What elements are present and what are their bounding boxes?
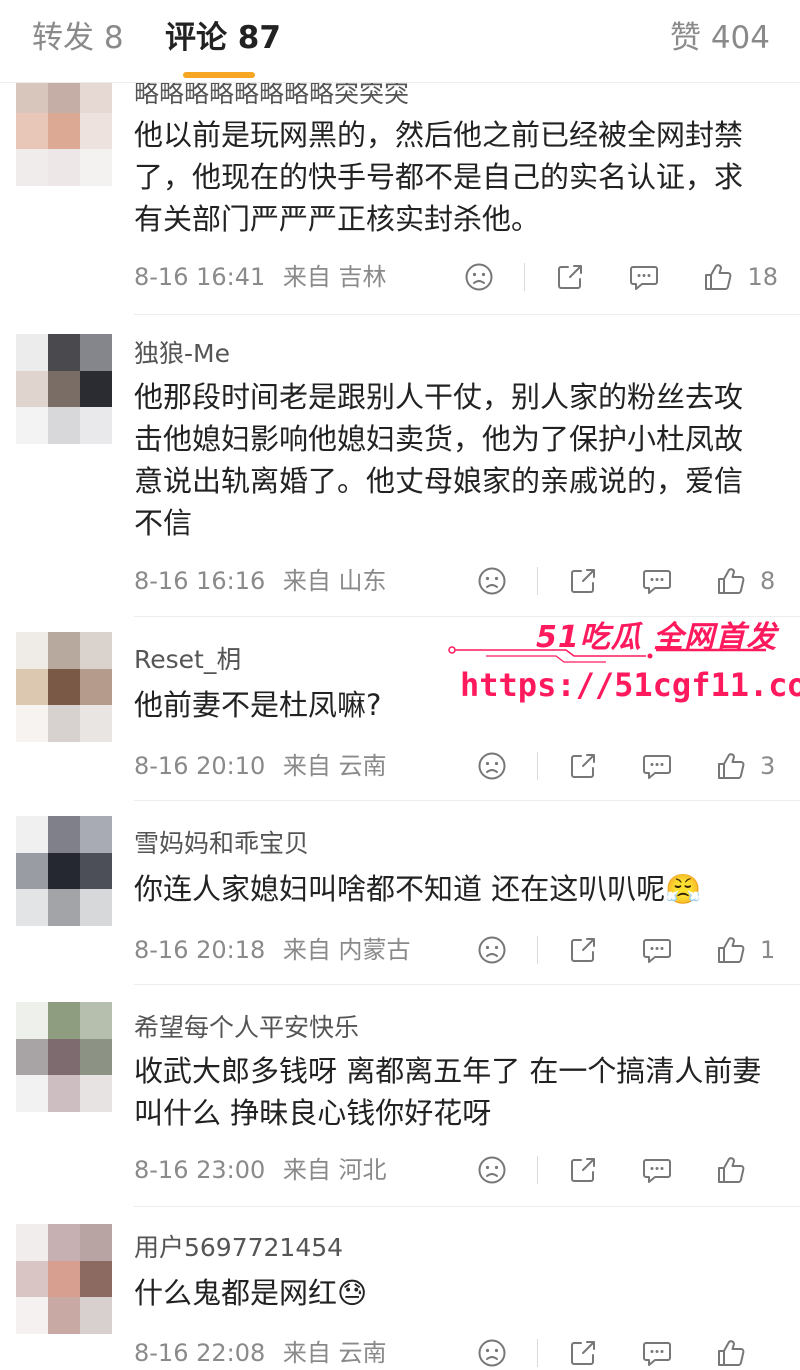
comment-meta: 8-16 16:41 来自 吉林 [134, 262, 387, 292]
dislike-face-icon[interactable] [475, 933, 509, 967]
comment-time: 8-16 20:10 [134, 752, 266, 780]
comment-text: 你连人家媳妇叫啥都不知道 还在这叭叭呢😤 [134, 868, 764, 910]
thumbs-up-icon[interactable] [714, 1336, 748, 1370]
comment-icon[interactable] [640, 1153, 674, 1187]
avatar[interactable] [16, 632, 112, 742]
tab-likes[interactable]: 赞 404 [670, 18, 770, 58]
comment-divider [134, 800, 800, 801]
comment-location: 来自 内蒙古 [282, 936, 411, 964]
comment-username[interactable]: Reset_枂 [134, 644, 241, 676]
avatar[interactable] [16, 1002, 112, 1112]
share-icon[interactable] [553, 260, 587, 294]
comment-time: 8-16 22:08 [134, 1339, 266, 1367]
comment-location: 来自 吉林 [282, 263, 387, 291]
comment-icon[interactable] [640, 933, 674, 967]
avatar[interactable] [16, 334, 112, 444]
tab-repost[interactable]: 转发 8 [32, 18, 124, 58]
share-icon[interactable] [566, 933, 600, 967]
like-count: 8 [760, 567, 776, 595]
dislike-face-icon[interactable] [462, 260, 496, 294]
comment-actions: 8 [475, 564, 778, 598]
avatar[interactable] [16, 76, 112, 186]
emoji-icon: 😓 [337, 1276, 368, 1310]
comment-time: 8-16 16:41 [134, 263, 266, 291]
comment-text: 他那段时间老是跟别人干仗，别人家的粉丝去攻击他媳妇影响他媳妇卖货，他为了保护小杜… [134, 380, 744, 540]
comment-actions: 1 [475, 933, 778, 967]
comment-text: 收武大郎多钱呀 离都离五年了 在一个搞清人前妻叫什么 挣昧良心钱你好花呀 [134, 1054, 762, 1130]
share-icon[interactable] [566, 1336, 600, 1370]
avatar[interactable] [16, 816, 112, 926]
like-count: 3 [760, 752, 776, 780]
action-divider [524, 263, 526, 291]
action-divider [537, 567, 538, 595]
comment-username[interactable]: 用户5697721454 [134, 1232, 343, 1264]
comment-username[interactable]: 雪妈妈和乖宝贝 [134, 828, 309, 860]
comment-divider [134, 314, 800, 315]
comment-time: 8-16 16:16 [134, 567, 266, 595]
share-icon[interactable] [566, 564, 600, 598]
share-icon[interactable] [566, 749, 600, 783]
comment-username[interactable]: 希望每个人平安快乐 [134, 1012, 359, 1044]
comment-actions [475, 1153, 778, 1187]
comment-divider [134, 1206, 800, 1207]
comment-location: 来自 云南 [282, 752, 387, 780]
comment-actions [475, 1336, 778, 1370]
thumbs-up-icon[interactable] [714, 749, 748, 783]
comment-meta: 8-16 16:16 来自 山东 [134, 566, 387, 596]
comment-text: 他以前是玩网黑的，然后他之前已经被全网封禁了，他现在的快手号都不是自己的实名认证… [134, 118, 744, 236]
tab-bar: 转发 8 评论 87 赞 404 [0, 0, 800, 83]
avatar[interactable] [16, 1224, 112, 1334]
thumbs-up-icon[interactable] [714, 564, 748, 598]
thumbs-up-icon[interactable] [714, 933, 748, 967]
comment-icon[interactable] [640, 564, 674, 598]
comment-username[interactable]: 独狼-Me [134, 338, 230, 370]
comment-text: 什么鬼都是网红😓 [134, 1272, 764, 1314]
comment-actions: 18 [462, 260, 778, 294]
comment-actions: 3 [475, 749, 778, 783]
comment-meta: 8-16 23:00 来自 河北 [134, 1155, 387, 1185]
comment-time: 8-16 23:00 [134, 1156, 266, 1184]
comment-icon[interactable] [640, 749, 674, 783]
dislike-face-icon[interactable] [475, 1336, 509, 1370]
comment-meta: 8-16 20:18 来自 内蒙古 [134, 935, 411, 965]
watermark-url: https://51cgf11.com [460, 666, 800, 704]
dislike-face-icon[interactable] [475, 749, 509, 783]
thumbs-up-icon[interactable] [714, 1153, 748, 1187]
comment-text-body: 什么鬼都是网红 [134, 1276, 338, 1310]
dislike-face-icon[interactable] [475, 564, 509, 598]
action-divider [537, 1339, 538, 1367]
like-count: 1 [760, 936, 776, 964]
tab-comments[interactable]: 评论 87 [165, 18, 281, 58]
action-divider [537, 752, 538, 780]
comment-text-body: 你连人家媳妇叫啥都不知道 还在这叭叭呢 [134, 872, 666, 906]
comment-time: 8-16 20:18 [134, 936, 266, 964]
action-divider [537, 936, 538, 964]
emoji-icon: 😤 [665, 872, 702, 906]
comment-location: 来自 云南 [282, 1339, 387, 1367]
action-divider [537, 1156, 538, 1184]
comment-location: 来自 山东 [282, 567, 387, 595]
share-icon[interactable] [566, 1153, 600, 1187]
comment-divider [134, 984, 800, 985]
dislike-face-icon[interactable] [475, 1153, 509, 1187]
comment-meta: 8-16 22:08 来自 云南 [134, 1338, 387, 1368]
like-count: 18 [747, 263, 778, 291]
watermark-circuit-lines [448, 646, 766, 663]
comment-meta: 8-16 20:10 来自 云南 [134, 751, 387, 781]
comment-icon[interactable] [640, 1336, 674, 1370]
thumbs-up-icon[interactable] [701, 260, 735, 294]
active-tab-indicator [183, 72, 255, 78]
comment-icon[interactable] [627, 260, 661, 294]
comment-location: 来自 河北 [282, 1156, 387, 1184]
